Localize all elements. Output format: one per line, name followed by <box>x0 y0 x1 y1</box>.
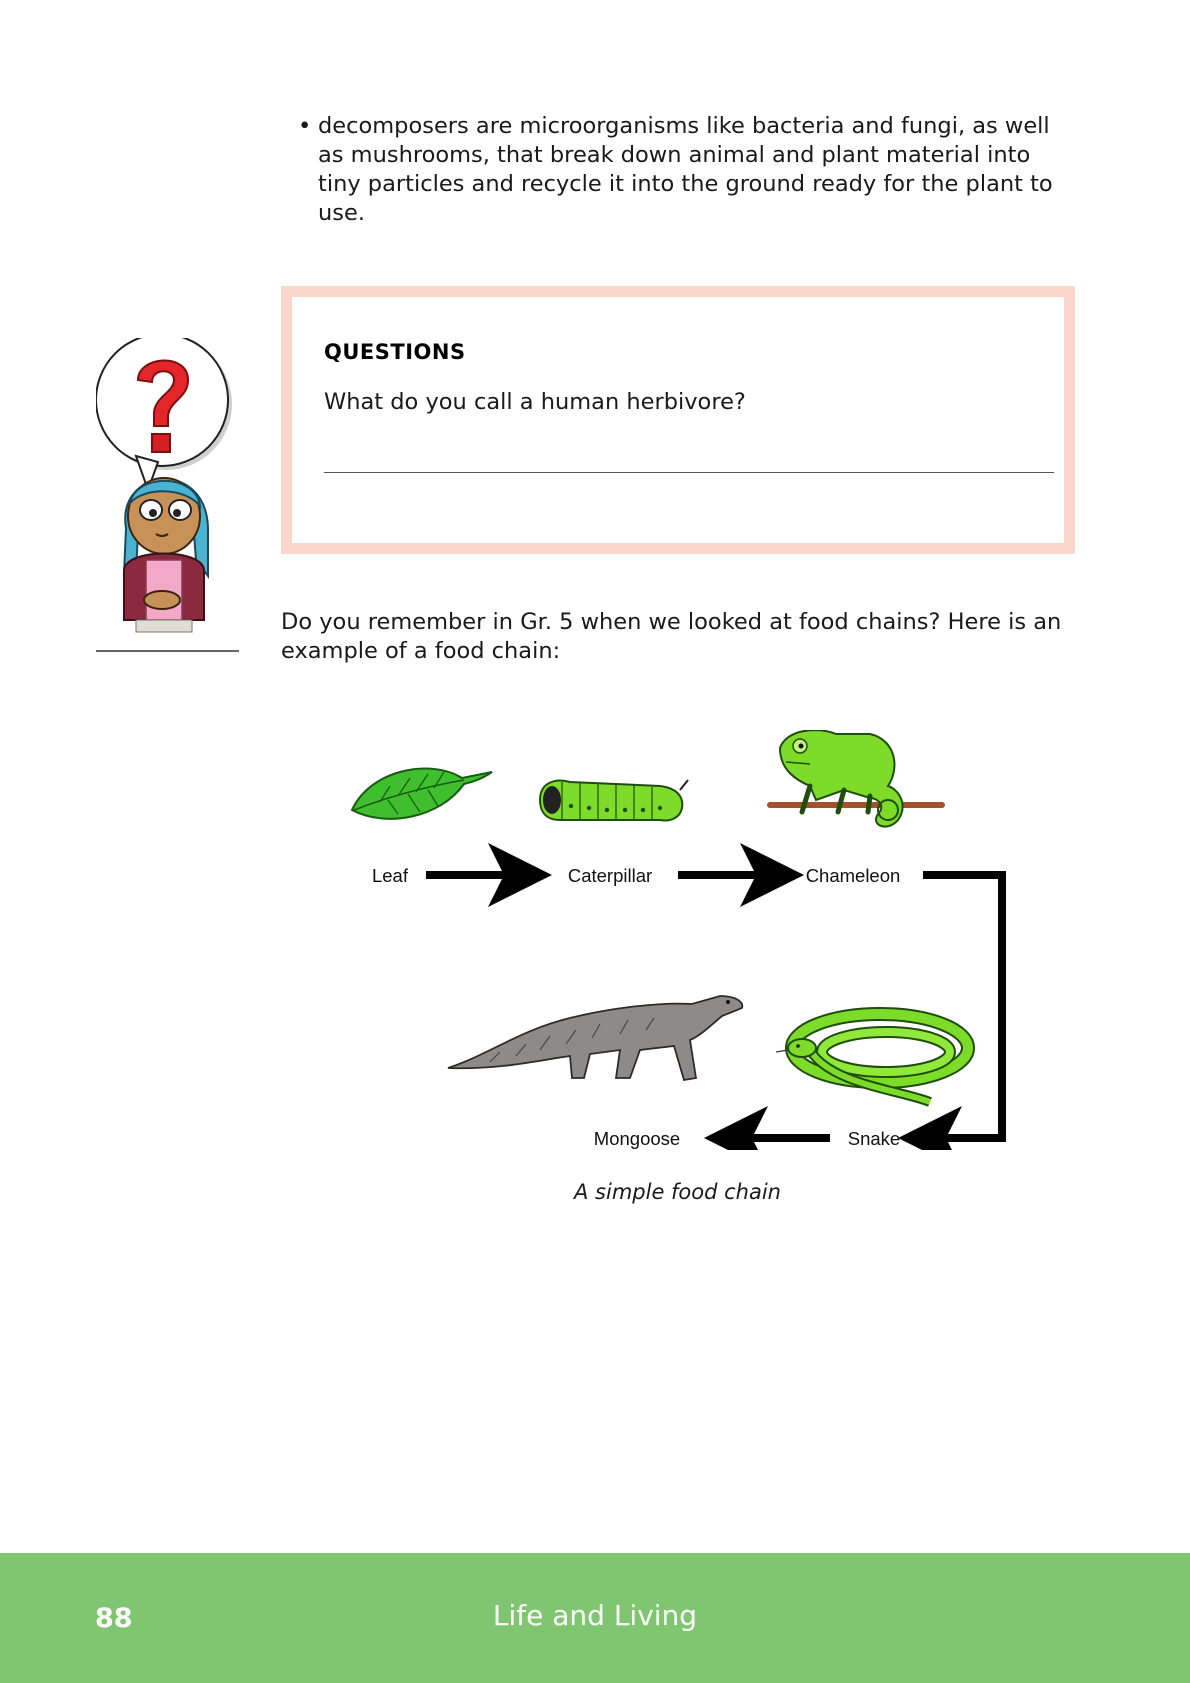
questions-heading: QUESTIONS <box>324 340 466 364</box>
label-chameleon: Chameleon <box>806 865 901 886</box>
chameleon-image <box>767 730 945 828</box>
snake-image <box>775 1007 975 1107</box>
footer-title: Life and Living <box>492 1599 698 1632</box>
mongoose-image <box>447 995 744 1082</box>
girl-question-illustration <box>96 338 239 652</box>
diagram-caption: A simple food chain <box>574 1180 781 1204</box>
answer-line[interactable] <box>324 472 1054 473</box>
page-footer: 88 Life and Living <box>0 1553 1190 1683</box>
caterpillar-image <box>538 779 689 822</box>
leaf-image <box>350 767 493 820</box>
label-leaf: Leaf <box>372 865 409 886</box>
question-text: What do you call a human herbivore? <box>324 389 746 415</box>
bullet-dot: • <box>298 113 312 139</box>
arrow-chameleon-to-snake <box>898 871 1006 1150</box>
label-mongoose: Mongoose <box>594 1128 680 1149</box>
food-chain-diagram: Leaf Caterpillar Chameleon Snake Mongoos… <box>350 730 1006 1150</box>
bullet-item: • decomposers are microorganisms like ba… <box>298 112 1078 228</box>
bullet-text: decomposers are microorganisms like bact… <box>318 113 1053 226</box>
label-caterpillar: Caterpillar <box>568 865 652 886</box>
questions-box: QUESTIONS What do you call a human herbi… <box>281 286 1075 554</box>
intro-paragraph: Do you remember in Gr. 5 when we looked … <box>281 609 1062 664</box>
label-snake: Snake <box>848 1128 900 1149</box>
